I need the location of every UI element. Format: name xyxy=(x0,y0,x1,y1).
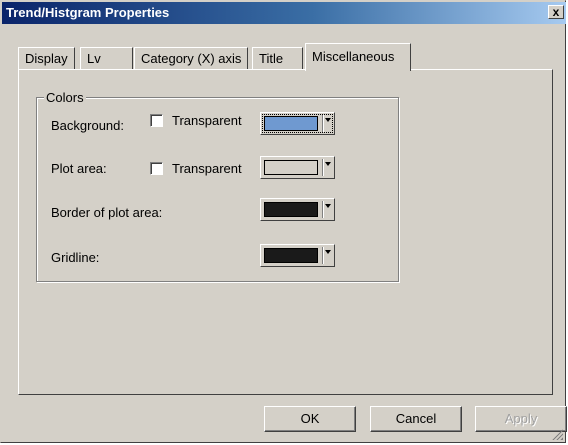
ok-button[interactable]: OK xyxy=(264,406,356,432)
tab-title[interactable]: Title xyxy=(252,47,303,69)
title-bar[interactable]: Trend/Histgram Properties x xyxy=(2,2,566,24)
tab-display[interactable]: Display xyxy=(18,47,75,69)
close-icon: x xyxy=(552,5,560,19)
tab-lv[interactable]: Lv xyxy=(80,47,133,69)
window-title: Trend/Histgram Properties xyxy=(6,5,170,20)
cancel-button[interactable]: Cancel xyxy=(370,406,462,432)
tab-category-x-axis[interactable]: Category (X) axis xyxy=(134,47,249,69)
close-button[interactable]: x xyxy=(548,5,564,19)
resize-grip-icon[interactable] xyxy=(551,428,563,440)
tab-panel-miscellaneous xyxy=(18,69,553,395)
properties-dialog: Trend/Histgram Properties x Display Lv C… xyxy=(0,0,567,443)
tab-miscellaneous[interactable]: Miscellaneous xyxy=(305,43,411,71)
